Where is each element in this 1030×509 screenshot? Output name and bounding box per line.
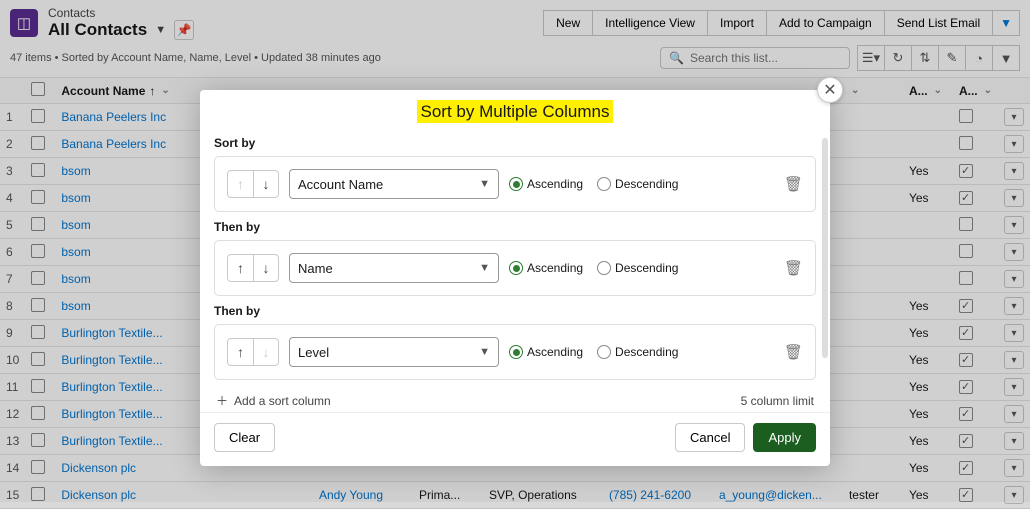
field-select-value: Account Name (298, 177, 383, 192)
radio-label: Ascending (527, 177, 583, 191)
trash-icon[interactable]: 🗑 (784, 259, 803, 277)
sort-rule: ↑ ↓ Level ▼ Ascending Descending 🗑 (214, 324, 816, 380)
modal-title: Sort by Multiple Columns (200, 90, 830, 132)
chevron-down-icon: ▼ (479, 262, 490, 274)
field-select[interactable]: Level ▼ (289, 337, 499, 367)
move-down-button[interactable]: ↓ (253, 170, 279, 198)
chevron-down-icon: ▼ (479, 346, 490, 358)
plus-icon: ＋ (216, 392, 228, 409)
move-down-button: ↓ (253, 338, 279, 366)
ascending-radio[interactable]: Ascending (509, 345, 583, 359)
apply-button[interactable]: Apply (753, 423, 816, 452)
radio-label: Descending (615, 177, 678, 191)
move-up-button[interactable]: ↑ (227, 254, 253, 282)
cancel-button[interactable]: Cancel (675, 423, 745, 452)
field-select[interactable]: Account Name ▼ (289, 169, 499, 199)
thenby-label: Then by (214, 220, 816, 234)
move-up-button[interactable]: ↑ (227, 338, 253, 366)
column-limit-text: 5 column limit (741, 394, 814, 408)
radio-label: Descending (615, 345, 678, 359)
sort-modal: ✕ Sort by Multiple Columns Sort by ↑ ↓ A… (200, 90, 830, 466)
trash-icon[interactable]: 🗑 (784, 343, 803, 361)
descending-radio[interactable]: Descending (597, 261, 678, 275)
chevron-down-icon: ▼ (479, 178, 490, 190)
descending-radio[interactable]: Descending (597, 345, 678, 359)
clear-button[interactable]: Clear (214, 423, 275, 452)
descending-radio[interactable]: Descending (597, 177, 678, 191)
add-sort-column-link[interactable]: ＋Add a sort column (216, 392, 331, 409)
close-icon[interactable]: ✕ (817, 77, 843, 103)
radio-label: Descending (615, 261, 678, 275)
field-select-value: Name (298, 261, 333, 276)
ascending-radio[interactable]: Ascending (509, 261, 583, 275)
sort-rule: ↑ ↓ Name ▼ Ascending Descending 🗑 (214, 240, 816, 296)
field-select[interactable]: Name ▼ (289, 253, 499, 283)
radio-label: Ascending (527, 261, 583, 275)
move-down-button[interactable]: ↓ (253, 254, 279, 282)
trash-icon[interactable]: 🗑 (784, 175, 803, 193)
sort-rule: ↑ ↓ Account Name ▼ Ascending Descending … (214, 156, 816, 212)
scrollbar[interactable] (822, 138, 828, 358)
thenby-label: Then by (214, 304, 816, 318)
ascending-radio[interactable]: Ascending (509, 177, 583, 191)
radio-label: Ascending (527, 345, 583, 359)
sortby-label: Sort by (214, 136, 816, 150)
move-up-button: ↑ (227, 170, 253, 198)
field-select-value: Level (298, 345, 329, 360)
